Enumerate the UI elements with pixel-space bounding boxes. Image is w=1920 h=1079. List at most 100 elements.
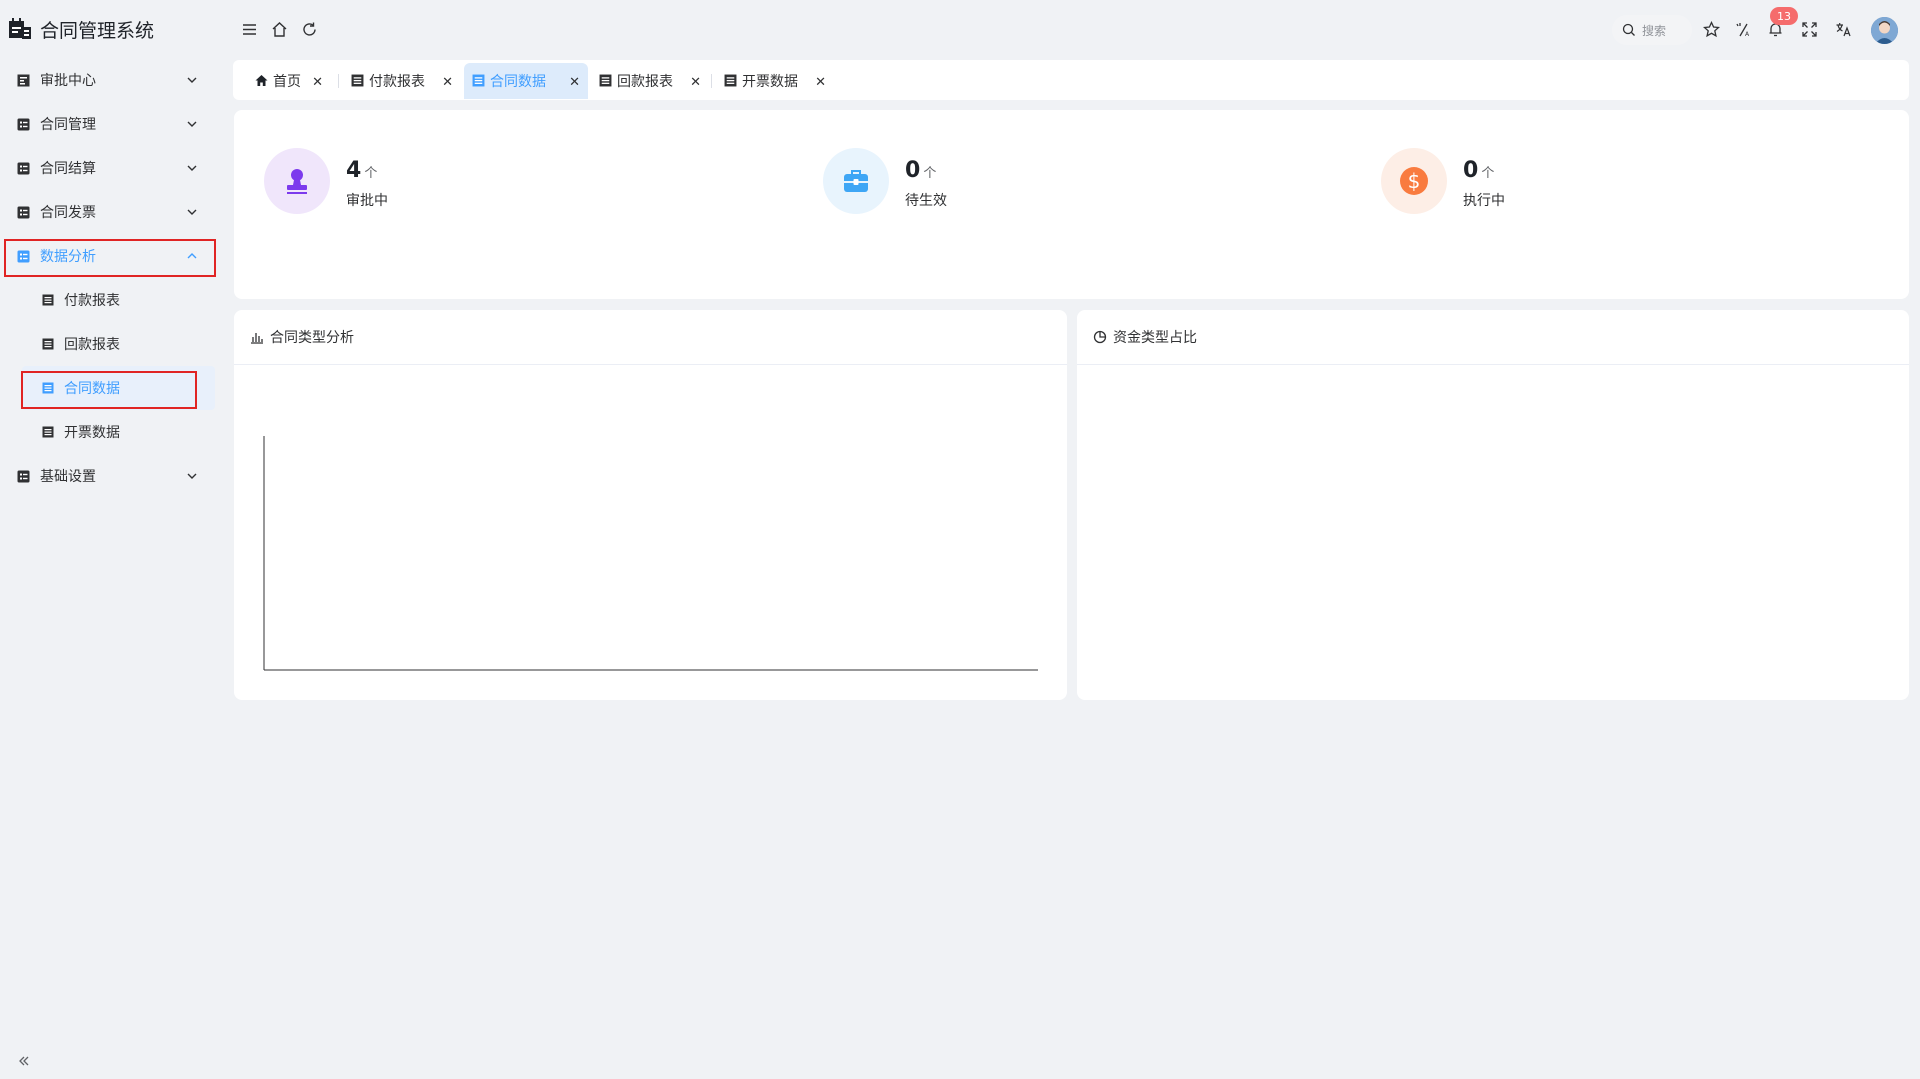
sidebar: 合同管理系统 审批中心 合同管理 合同结算 合同发票 数据分析 付款报表 回款报… (0, 0, 223, 1079)
refresh-icon[interactable] (301, 21, 318, 38)
chevron-down-icon (187, 121, 197, 127)
list-icon (17, 206, 30, 218)
pie-chart-icon (1093, 330, 1107, 344)
sidebar-item-label: 合同管理 (40, 117, 96, 133)
sidebar-item-contract-settlement[interactable]: 合同结算 (0, 146, 223, 190)
user-avatar-icon (1871, 17, 1898, 44)
stat-value: 0个 (1463, 158, 1494, 183)
avatar[interactable] (1871, 17, 1898, 44)
chevron-down-icon (187, 77, 197, 83)
stat-icon-circle (264, 148, 330, 214)
stat-value-number: 4 (346, 158, 362, 183)
svg-text:A: A (1745, 31, 1750, 38)
document-icon (724, 74, 737, 87)
stat-value-number: 0 (905, 158, 921, 183)
stat-label: 待生效 (905, 193, 947, 209)
home-icon[interactable] (271, 21, 288, 38)
stat-value: 0个 (905, 158, 936, 183)
tab-payment-report[interactable]: 付款报表 ✕ (343, 63, 461, 99)
sidebar-item-label: 数据分析 (40, 249, 96, 265)
document-icon (42, 338, 54, 350)
fund-type-card: 资金类型占比 (1077, 310, 1909, 700)
close-icon[interactable]: ✕ (690, 75, 701, 90)
list-icon (17, 162, 30, 174)
tab-label: 合同数据 (490, 74, 546, 90)
tab-home[interactable]: 首页 ✕ (247, 63, 331, 99)
chevron-down-icon (187, 209, 197, 215)
stat-value-number: 0 (1463, 158, 1479, 183)
document-icon (351, 74, 364, 87)
sidebar-subitem-contract-data[interactable]: 合同数据 (22, 366, 215, 410)
svg-text:$: $ (1408, 169, 1421, 193)
sidebar-item-data-analysis[interactable]: 数据分析 (0, 234, 223, 278)
home-icon (255, 75, 268, 86)
search-icon (1622, 23, 1635, 36)
sidebar-item-label: 基础设置 (40, 469, 96, 485)
logo-icon (9, 18, 31, 39)
card-title: 合同类型分析 (270, 330, 354, 346)
sidebar-item-contract-management[interactable]: 合同管理 (0, 102, 223, 146)
tab-label: 回款报表 (617, 74, 673, 90)
document-icon (42, 382, 54, 394)
chevron-up-icon (187, 253, 197, 259)
contract-type-card: 合同类型分析 (234, 310, 1067, 700)
sidebar-item-approval[interactable]: 审批中心 (0, 58, 223, 102)
sidebar-item-label: 合同发票 (40, 205, 96, 221)
document-icon (599, 74, 612, 87)
card-header: 合同类型分析 (234, 310, 1067, 365)
document-icon (472, 74, 485, 87)
card-title: 资金类型占比 (1113, 330, 1197, 346)
sidebar-subitem-label: 开票数据 (64, 425, 120, 441)
stamp-icon (287, 169, 307, 194)
stat-icon-circle: $ (1381, 148, 1447, 214)
sidebar-subitem-invoice-data[interactable]: 开票数据 (22, 410, 215, 454)
chevron-down-icon (187, 165, 197, 171)
tab-label: 付款报表 (369, 74, 425, 90)
notification-badge: 13 (1770, 7, 1798, 25)
search-input[interactable]: 搜索 (1612, 15, 1692, 45)
sidebar-item-basic-settings[interactable]: 基础设置 (0, 454, 223, 498)
star-icon[interactable] (1703, 21, 1720, 38)
translate-symbol-icon[interactable]: A (1735, 21, 1752, 38)
tab-contract-data[interactable]: 合同数据 ✕ (464, 63, 588, 99)
tab-divider (711, 74, 712, 88)
dollar-icon: $ (1400, 167, 1428, 195)
close-icon[interactable]: ✕ (312, 75, 323, 90)
sidebar-item-label: 审批中心 (40, 73, 96, 89)
stat-icon-circle (823, 148, 889, 214)
sidebar-item-label: 合同结算 (40, 161, 96, 177)
sidebar-subitem-payment-report[interactable]: 付款报表 (22, 278, 215, 322)
close-icon[interactable]: ✕ (815, 75, 826, 90)
bar-chart-icon (251, 333, 263, 344)
briefcase-icon (844, 170, 868, 192)
stats-card: 4个 审批中 0个 待生效 $ 0个 执行中 (234, 110, 1909, 299)
app-title: 合同管理系统 (40, 19, 155, 42)
search-placeholder: 搜索 (1642, 23, 1667, 38)
sidebar-subitem-label: 回款报表 (64, 337, 120, 353)
list-icon (17, 250, 30, 262)
close-icon[interactable]: ✕ (569, 75, 580, 90)
fullscreen-icon[interactable] (1801, 21, 1818, 38)
close-icon[interactable]: ✕ (442, 75, 453, 90)
menu-fold-icon[interactable] (241, 21, 258, 38)
tab-invoice-data[interactable]: 开票数据 ✕ (716, 63, 834, 99)
contract-type-chart (263, 436, 1038, 671)
tab-label: 开票数据 (742, 74, 798, 90)
sidebar-item-contract-invoice[interactable]: 合同发票 (0, 190, 223, 234)
collapse-sidebar-icon[interactable] (17, 1054, 31, 1068)
tab-label: 首页 (273, 74, 301, 90)
stat-label: 审批中 (346, 193, 388, 209)
stat-label: 执行中 (1463, 193, 1505, 209)
chevron-down-icon (187, 473, 197, 479)
stat-unit: 个 (1481, 166, 1495, 181)
document-icon (42, 294, 54, 306)
stat-unit: 个 (364, 166, 378, 181)
document-icon (42, 426, 54, 438)
language-icon[interactable] (1835, 21, 1852, 38)
tabs-bar: 首页 ✕ 付款报表 ✕ 合同数据 ✕ 回款报表 ✕ 开票数据 ✕ (233, 60, 1909, 100)
list-icon (17, 118, 30, 130)
stat-unit: 个 (923, 166, 937, 181)
tab-collection-report[interactable]: 回款报表 ✕ (591, 63, 709, 99)
sidebar-subitem-collection-report[interactable]: 回款报表 (22, 322, 215, 366)
stat-value: 4个 (346, 158, 377, 183)
